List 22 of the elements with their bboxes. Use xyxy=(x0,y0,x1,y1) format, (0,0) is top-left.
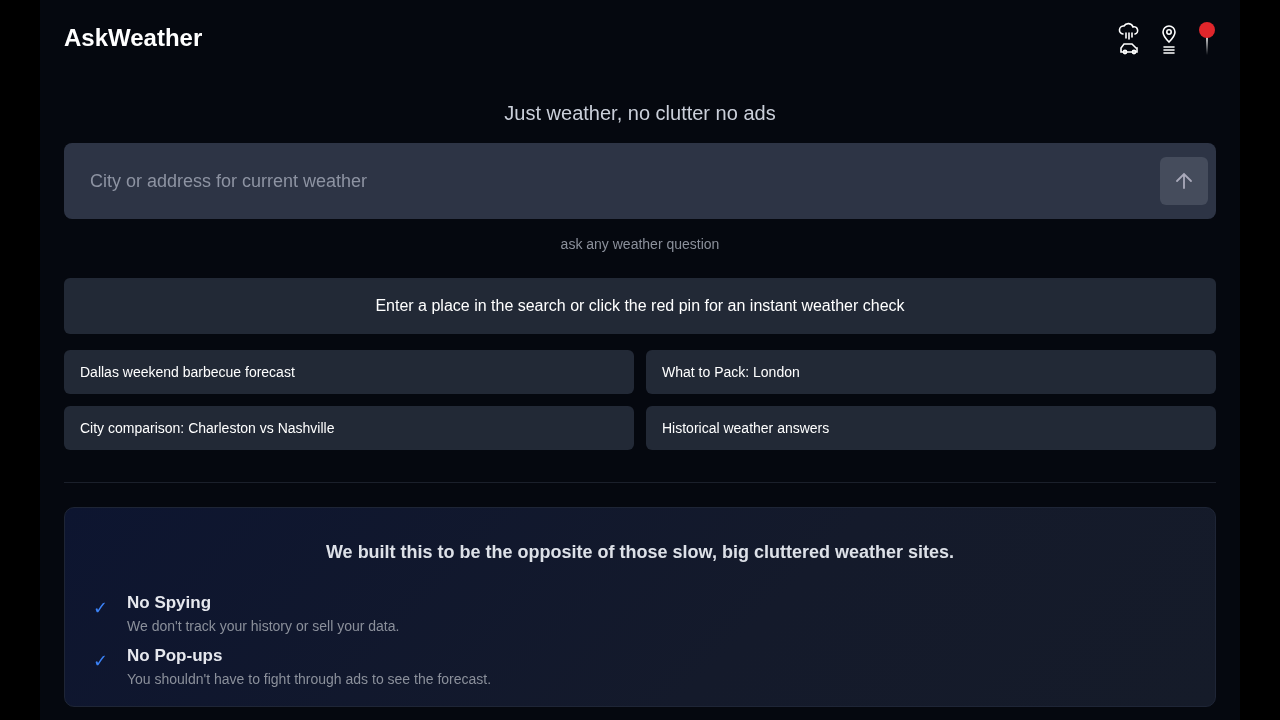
feature-title: No Spying xyxy=(127,593,213,613)
tagline: Just weather, no clutter no ads xyxy=(503,102,777,125)
search-bar[interactable]: City or address for current weather xyxy=(64,143,1216,219)
feature-text: You shouldn't have to fight through ads to see the forecast. xyxy=(127,671,492,687)
weather-car-icon[interactable] xyxy=(1118,22,1140,56)
location-list-icon[interactable] xyxy=(1160,22,1178,56)
about-title: We built this to be the opposite of those slow, big cluttered weather sites. xyxy=(324,542,956,563)
map-pin-icon[interactable] xyxy=(1198,21,1216,57)
feature-title: No Pop-ups xyxy=(127,646,224,666)
suggestion-button[interactable]: What to Pack: London xyxy=(646,350,1216,394)
submit-button[interactable] xyxy=(1160,157,1208,205)
notice-banner: Enter a place in the search or click the red pin for an instant weather check xyxy=(64,278,1216,334)
check-mark: ✓ xyxy=(93,597,109,620)
feature-text: We don't track your history or sell your data. xyxy=(127,618,400,634)
search-field[interactable]: City or address for current weather xyxy=(88,169,1160,193)
logo: AskWeather xyxy=(64,24,203,52)
check-mark: ✓ xyxy=(93,650,109,673)
up-arrow-icon xyxy=(1174,171,1194,191)
suggestion-button[interactable]: City comparison: Charleston vs Nashville xyxy=(64,406,634,450)
search-hint: ask any weather question xyxy=(559,236,721,252)
suggestion-button[interactable]: Dallas weekend barbecue forecast xyxy=(64,350,634,394)
suggestion-button[interactable]: Historical weather answers xyxy=(646,406,1216,450)
